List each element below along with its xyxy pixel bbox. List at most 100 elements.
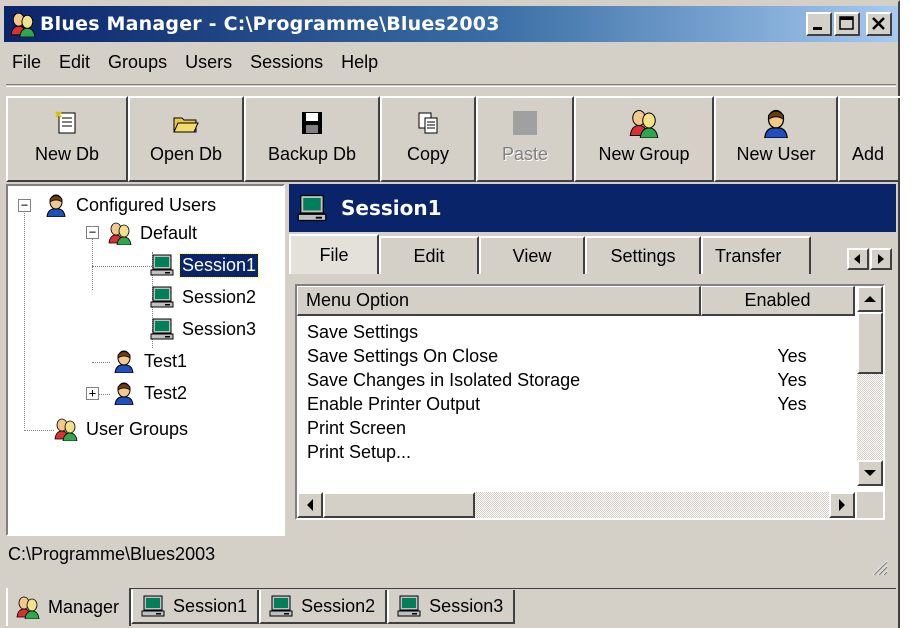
menu-sessions[interactable]: Sessions xyxy=(241,52,332,73)
menu-groups[interactable]: Groups xyxy=(99,52,176,73)
status-path: C:\Programme\Blues2003 xyxy=(8,544,216,564)
bottom-tab-session3[interactable]: Session3 xyxy=(387,590,516,624)
tree-node-user-groups[interactable]: User Groups xyxy=(54,416,190,442)
list-item[interactable]: Save Settings On Close Yes xyxy=(297,346,847,370)
tree-node-session1[interactable]: Session1 xyxy=(150,252,260,278)
backup-db-label: Backup Db xyxy=(267,144,357,164)
arrow-left-icon xyxy=(307,499,313,511)
menu-help[interactable]: Help xyxy=(332,52,387,73)
bottom-tab-session2[interactable]: Session2 xyxy=(259,590,388,624)
menu-option-list[interactable]: Menu Option Enabled Save Settings Save S… xyxy=(295,284,885,520)
new-group-button[interactable]: New Group xyxy=(574,96,714,182)
tree-node-session2[interactable]: Session2 xyxy=(150,284,258,310)
list-item[interactable]: Print Screen xyxy=(297,418,847,442)
vertical-scroll-thumb[interactable] xyxy=(857,312,883,374)
maximize-icon xyxy=(839,16,854,30)
arrow-right-icon xyxy=(839,499,845,511)
new-db-label: New Db xyxy=(34,144,100,164)
arrow-down-icon xyxy=(864,470,876,476)
toolbar-separator xyxy=(6,84,896,87)
monitor-icon xyxy=(269,594,293,618)
new-user-label: New User xyxy=(736,144,816,164)
toolbar: New Db Open Db Backup Db Copy Paste New … xyxy=(6,96,900,182)
arrow-up-icon xyxy=(864,296,876,302)
floppy-disk-icon xyxy=(302,112,322,134)
menu-file[interactable]: File xyxy=(4,52,50,73)
new-group-label: New Group xyxy=(598,144,690,164)
arrow-right-icon xyxy=(878,254,884,264)
scroll-corner xyxy=(857,492,883,518)
tree-node-test2[interactable]: Test2 xyxy=(112,380,189,406)
title-bar[interactable]: Blues Manager - C:\Programme\Blues2003 xyxy=(4,6,898,42)
list-item[interactable]: Print Setup... xyxy=(297,442,847,462)
session-tabs: File Edit View Settings Transfer xyxy=(289,234,896,274)
scroll-right-button[interactable] xyxy=(829,492,855,518)
user-icon xyxy=(44,193,68,217)
horizontal-scroll-thumb[interactable] xyxy=(323,492,475,518)
session-header: Session1 xyxy=(289,184,896,232)
minimize-button[interactable] xyxy=(806,12,832,36)
new-db-button[interactable]: New Db xyxy=(6,96,128,182)
monitor-icon xyxy=(397,594,421,618)
group-icon xyxy=(629,108,659,138)
collapse-default-toggle[interactable]: − xyxy=(86,226,99,239)
menu-users[interactable]: Users xyxy=(176,52,241,73)
scroll-down-button[interactable] xyxy=(857,460,883,486)
column-header-enabled[interactable]: Enabled xyxy=(701,286,855,316)
tree-node-session3[interactable]: Session3 xyxy=(150,316,258,342)
column-header-menu-option[interactable]: Menu Option xyxy=(297,286,701,316)
copy-label: Copy xyxy=(406,144,450,164)
new-user-button[interactable]: New User xyxy=(714,96,838,182)
close-button[interactable] xyxy=(866,12,892,36)
bottom-tab-manager[interactable]: Manager xyxy=(6,588,132,626)
backup-db-button[interactable]: Backup Db xyxy=(244,96,380,182)
copy-icon xyxy=(418,112,438,134)
group-icon xyxy=(16,595,40,619)
minimize-icon xyxy=(813,27,822,30)
close-icon xyxy=(872,17,885,30)
tab-settings[interactable]: Settings xyxy=(585,236,701,274)
tab-view[interactable]: View xyxy=(479,236,585,274)
collapse-root-toggle[interactable]: − xyxy=(18,199,31,212)
main-window: Blues Manager - C:\Programme\Blues2003 F… xyxy=(0,0,900,628)
menu-edit[interactable]: Edit xyxy=(50,52,99,73)
window-title: Blues Manager - C:\Programme\Blues2003 xyxy=(40,13,500,35)
vertical-scrollbar[interactable] xyxy=(857,286,883,486)
copy-button[interactable]: Copy xyxy=(380,96,476,182)
horizontal-scrollbar[interactable] xyxy=(297,492,855,518)
tab-file[interactable]: File xyxy=(289,234,379,274)
app-icon xyxy=(10,11,36,37)
add-button[interactable]: Add xyxy=(838,96,900,182)
resize-grip-icon[interactable] xyxy=(870,558,888,576)
list-item[interactable]: Enable Printer Output Yes xyxy=(297,394,847,418)
maximize-button[interactable] xyxy=(834,12,860,36)
open-folder-icon xyxy=(173,117,199,133)
bottom-tab-session1[interactable]: Session1 xyxy=(131,590,260,624)
paste-icon xyxy=(513,111,537,135)
list-item[interactable]: Save Settings xyxy=(297,322,847,346)
tab-transfer[interactable]: Transfer xyxy=(701,236,811,274)
paste-button[interactable]: Paste xyxy=(476,96,574,182)
expand-test2-toggle[interactable]: + xyxy=(86,387,99,400)
scroll-up-button[interactable] xyxy=(857,286,883,312)
add-label: Add xyxy=(852,144,885,164)
tree-node-test1[interactable]: Test1 xyxy=(112,348,189,374)
menu-bar: File Edit Groups Users Sessions Help xyxy=(4,46,387,78)
group-icon xyxy=(54,417,78,441)
arrow-left-icon xyxy=(854,254,860,264)
tab-edit[interactable]: Edit xyxy=(379,236,479,274)
monitor-icon xyxy=(150,317,174,341)
new-db-icon xyxy=(55,111,76,134)
monitor-icon xyxy=(141,594,165,618)
list-item[interactable]: Save Changes in Isolated Storage Yes xyxy=(297,370,847,394)
scroll-left-button[interactable] xyxy=(297,492,323,518)
user-icon xyxy=(761,108,791,138)
tab-scroll-left-button[interactable] xyxy=(847,248,869,270)
open-db-button[interactable]: Open Db xyxy=(128,96,244,182)
tab-scroll-right-button[interactable] xyxy=(870,248,892,270)
tree-node-default[interactable]: Default xyxy=(108,220,199,246)
user-tree[interactable]: − Configured Users − Default Session1 Se… xyxy=(6,184,285,536)
user-icon xyxy=(112,349,136,373)
session-panel: Session1 File Edit View Settings Transfe… xyxy=(289,184,896,534)
tree-node-configured-users[interactable]: Configured Users xyxy=(44,192,218,218)
